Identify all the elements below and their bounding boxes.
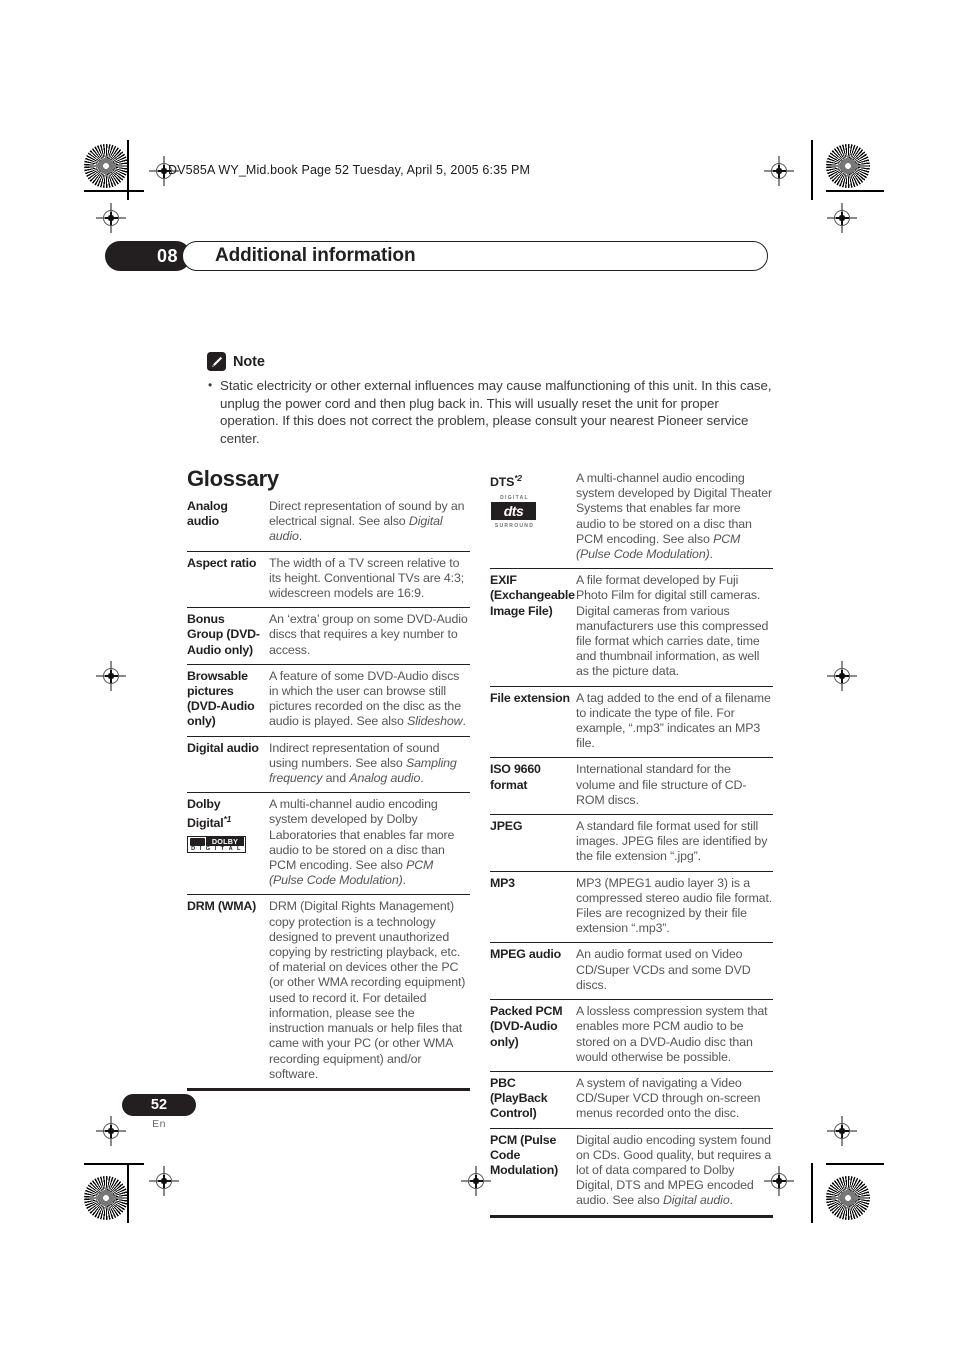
chapter-number-badge: 08: [105, 241, 191, 271]
glossary-term: MPEG audio: [490, 947, 561, 962]
registration-mark: [96, 661, 126, 691]
glossary-term: EXIF (Exchangeable Image File): [490, 573, 575, 618]
print-density-target: [826, 144, 870, 188]
note-heading: Note: [207, 352, 772, 371]
crop-line: [811, 140, 813, 200]
glossary-definition: Direct representation of sound by an ele…: [269, 499, 465, 544]
chapter-header: 08 Additional information: [105, 241, 768, 271]
print-file-info-line: DV585A WY_Mid.book Page 52 Tuesday, Apri…: [168, 163, 531, 177]
glossary-definition: Digital audio encoding system found on C…: [576, 1132, 772, 1208]
glossary-term: JPEG: [490, 819, 523, 834]
footnote-marker: *2: [514, 473, 522, 483]
glossary-definition: An ‘extra’ group on some DVD-Audio discs…: [269, 612, 468, 657]
glossary-term: Browsable pictures (DVD-Audio only): [187, 668, 255, 729]
glossary-row: Browsable pictures (DVD-Audio only) A fea…: [187, 663, 470, 736]
footnote-marker: *1: [223, 814, 232, 825]
dolby-digital-subtext: D I G I T A L: [191, 846, 242, 853]
print-density-target: [84, 1176, 128, 1220]
dolby-wordmark: DOLBY: [206, 837, 244, 847]
print-density-target: [826, 1176, 870, 1220]
dolby-double-d-icon: [189, 837, 205, 846]
crop-line: [84, 190, 144, 192]
page-number-badge: 52: [122, 1094, 196, 1116]
print-density-target: [84, 144, 128, 188]
glossary-term: ISO 9660 format: [490, 762, 541, 792]
glossary-definition: A multi-channel audio encoding system de…: [576, 471, 772, 562]
registration-mark: [96, 203, 126, 233]
glossary-definition: International standard for the volume an…: [576, 762, 747, 807]
crop-line: [826, 1163, 884, 1165]
glossary-term: DTS*2 DIGITAL dts SURROUND: [490, 471, 576, 562]
note-block: Note Static electricity or other externa…: [207, 352, 772, 447]
registration-mark: [827, 1116, 857, 1146]
glossary-definition: The width of a TV screen relative to its…: [269, 555, 465, 601]
dolby-digital-logo: DOLBY D I G I T A L: [187, 835, 246, 853]
crop-line: [84, 1163, 144, 1165]
dts-wordmark: dts: [491, 502, 536, 521]
note-label: Note: [233, 353, 265, 370]
glossary-row: PBC (PlayBack Control) A system of naviga…: [490, 1070, 773, 1128]
glossary-row: Bonus Group (DVD-Audio only) An ‘extra’ g…: [187, 607, 470, 664]
glossary-row: File extension A tag added to the end of …: [490, 685, 773, 758]
glossary-row: Packed PCM (DVD-Audio only) A lossless co…: [490, 999, 773, 1071]
glossary-definition: An audio format used on Video CD/Super V…: [576, 947, 751, 992]
column-end-rule: [490, 1214, 773, 1218]
glossary-row: MP3 MP3 (MPEG1 audio layer 3) is a compre…: [490, 870, 773, 943]
glossary-term: File extension: [490, 690, 570, 705]
glossary-right-column: DTS*2 DIGITAL dts SURROUND A multi-channel a…: [490, 471, 773, 1218]
glossary-row: JPEG A standard file format used for stil…: [490, 814, 773, 871]
glossary-definition: MP3 (MPEG1 audio layer 3) is a compresse…: [576, 875, 773, 936]
glossary-definition: Indirect representation of sound using n…: [269, 740, 457, 786]
glossary-term: Packed PCM (DVD-Audio only): [490, 1004, 563, 1049]
glossary-term: Digital audio: [187, 740, 259, 755]
glossary-definition: A system of navigating a Video CD/Super …: [576, 1075, 761, 1121]
glossary-row: DRM (WMA) DRM (Digital Rights Management)…: [187, 894, 470, 1087]
glossary-row: EXIF (Exchangeable Image File) A file for…: [490, 568, 773, 685]
glossary-definition: DRM (Digital Rights Management) copy pro…: [269, 899, 466, 1081]
glossary-term: Aspect ratio: [187, 555, 257, 570]
glossary-heading: Glossary: [187, 466, 279, 491]
glossary-row: Aspect ratio The width of a TV screen rel…: [187, 550, 470, 608]
glossary-definition: A standard file format used for still im…: [576, 819, 768, 864]
glossary-row: Digital audio Indirect representation of …: [187, 735, 470, 793]
glossary-definition: A tag added to the end of a filename to …: [576, 690, 771, 751]
glossary-term: PBC (PlayBack Control): [490, 1075, 548, 1121]
pencil-note-icon: [207, 352, 226, 371]
registration-mark: [461, 1166, 491, 1196]
glossary-definition: A file format developed by Fuji Photo Fi…: [576, 573, 769, 679]
glossary-definition: A multi-channel audio encoding system de…: [269, 797, 455, 888]
glossary-term: Dolby Digital*1 DOLBY D I G I T A L: [187, 797, 269, 888]
glossary-left-column: Analog audio Direct representation of sou…: [187, 499, 470, 1091]
dts-digital-text: DIGITAL: [500, 495, 529, 502]
glossary-term: MP3: [490, 875, 515, 890]
glossary-row: PCM (Pulse Code Modulation) Digital audio…: [490, 1127, 773, 1215]
crop-line: [127, 1163, 129, 1223]
glossary-row: Analog audio Direct representation of sou…: [187, 499, 470, 551]
page-title: Additional information: [215, 245, 416, 266]
glossary-term: DRM (WMA): [187, 899, 257, 914]
page-language-code: En: [152, 1118, 166, 1130]
glossary-term: Analog audio: [187, 499, 228, 529]
registration-mark: [827, 203, 857, 233]
glossary-term: PCM (Pulse Code Modulation): [490, 1132, 558, 1177]
glossary-row: ISO 9660 format International standard fo…: [490, 757, 773, 814]
column-end-rule: [187, 1087, 470, 1091]
note-list: Static electricity or other external inf…: [207, 377, 772, 447]
registration-mark: [764, 156, 794, 186]
registration-mark: [149, 1166, 179, 1196]
dts-surround-text: SURROUND: [494, 523, 535, 530]
note-item: Static electricity or other external inf…: [207, 377, 772, 447]
glossary-term: Bonus Group (DVD-Audio only): [187, 612, 260, 657]
dts-digital-surround-logo: DIGITAL dts SURROUND: [490, 495, 539, 529]
crop-line: [811, 1163, 813, 1223]
registration-mark: [827, 661, 857, 691]
glossary-definition: A feature of some DVD-Audio discs in whi…: [269, 668, 466, 729]
glossary-row: DTS*2 DIGITAL dts SURROUND A multi-channel a…: [490, 471, 773, 568]
crop-line: [826, 190, 884, 192]
glossary-row: Dolby Digital*1 DOLBY D I G I T A LA multi…: [187, 792, 470, 894]
glossary-row: MPEG audio An audio format used on Video …: [490, 942, 773, 999]
glossary-definition: A lossless compression system that enabl…: [576, 1004, 768, 1064]
